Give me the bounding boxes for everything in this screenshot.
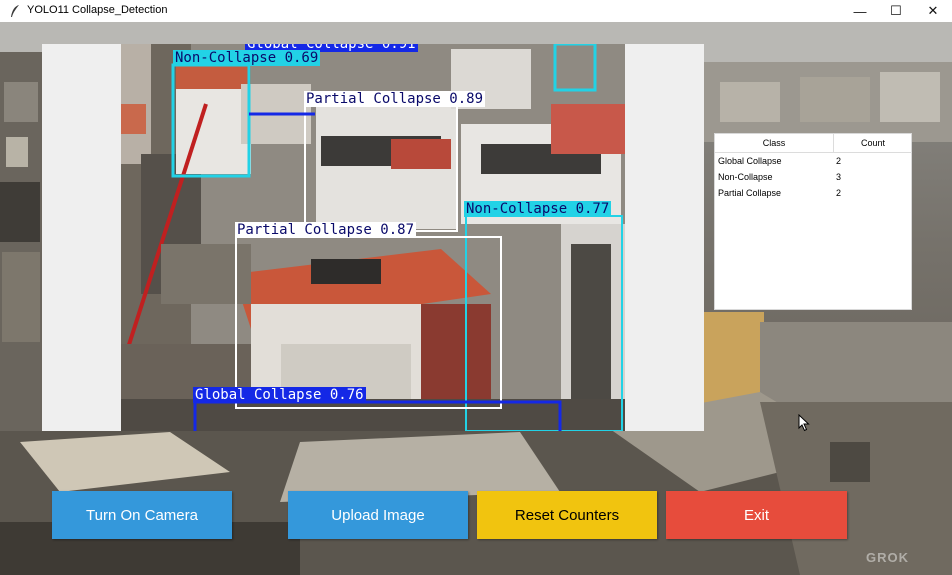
feather-icon [11,5,19,17]
watermark: GROK [866,550,909,565]
detection-label: Partial Collapse 0.89 [304,91,486,107]
table-row[interactable]: Partial Collapse 2 [715,185,913,201]
table-row[interactable]: Non-Collapse 3 [715,169,913,185]
turn-on-camera-button[interactable]: Turn On Camera [52,491,232,539]
cell-class: Partial Collapse [718,188,782,198]
minimize-icon: — [853,3,867,19]
exit-button[interactable]: Exit [666,491,847,539]
upload-image-button[interactable]: Upload Image [288,491,468,539]
detection-count-table: Class Count Global Collapse 2 Non-Collap… [714,133,912,310]
maximize-icon: ☐ [890,3,902,18]
table-header: Class Count [715,134,913,153]
cell-count: 2 [836,188,842,198]
detection-image: Global Collapse 0.91 Non-Collapse 0.69 P… [121,44,625,431]
cell-count: 3 [836,172,842,182]
main-area: Global Collapse 0.91 Non-Collapse 0.69 P… [0,22,952,575]
table-row[interactable]: Global Collapse 2 [715,153,913,169]
image-panel: Global Collapse 0.91 Non-Collapse 0.69 P… [42,44,704,431]
mouse-cursor-icon [798,414,810,432]
minimize-button[interactable]: — [840,0,880,22]
cell-class: Non-Collapse [718,172,773,182]
cell-count: 2 [836,156,842,166]
detection-label: Global Collapse 0.76 [193,387,366,403]
column-header-class[interactable]: Class [715,134,834,153]
title-bar: YOLO11 Collapse_Detection — ☐ ✕ [0,0,952,22]
close-button[interactable]: ✕ [913,0,952,22]
maximize-button[interactable]: ☐ [876,0,916,22]
window-title: YOLO11 Collapse_Detection [27,4,168,16]
detection-label: Non-Collapse 0.69 [173,50,321,66]
reset-counters-button[interactable]: Reset Counters [477,491,657,539]
cell-class: Global Collapse [718,156,782,166]
detection-label: Non-Collapse 0.77 [464,201,612,217]
column-header-count[interactable]: Count [834,134,912,153]
close-icon: ✕ [927,3,939,18]
app-window: YOLO11 Collapse_Detection — ☐ ✕ Global C… [0,0,952,575]
detection-label: Partial Collapse 0.87 [235,222,417,238]
